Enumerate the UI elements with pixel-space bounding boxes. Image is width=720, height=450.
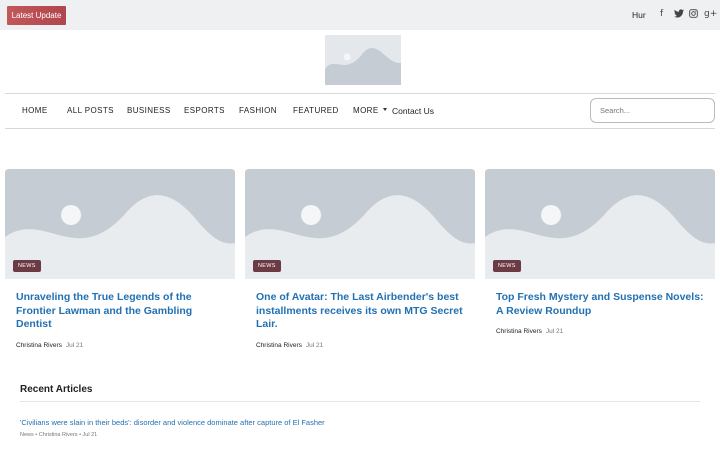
article-author[interactable]: Christina Rivers bbox=[496, 328, 542, 335]
facebook-icon[interactable]: f bbox=[660, 9, 663, 20]
recent-article-meta: News • Christina Rivers • Jul 21 bbox=[20, 432, 98, 438]
nav-more[interactable]: MORE bbox=[353, 106, 387, 115]
article-meta: Christina Rivers Jul 21 bbox=[245, 342, 475, 349]
search-input[interactable] bbox=[590, 98, 715, 123]
nav-featured[interactable]: FEATURED bbox=[293, 106, 339, 115]
article-title[interactable]: Top Fresh Mystery and Suspense Novels: A… bbox=[485, 291, 715, 318]
nav-fashion[interactable]: FASHION bbox=[239, 106, 277, 115]
nav-divider-bottom bbox=[5, 128, 715, 129]
category-badge[interactable]: NEWS bbox=[253, 260, 281, 272]
nav-all-posts[interactable]: ALL POSTS bbox=[67, 106, 114, 115]
article-meta: Christina Rivers Jul 21 bbox=[5, 342, 235, 349]
article-date: Jul 21 bbox=[305, 341, 324, 349]
category-badge[interactable]: NEWS bbox=[493, 260, 521, 272]
article-date: Jul 21 bbox=[65, 341, 84, 349]
top-bar: Latest Update Hur f g+ bbox=[0, 0, 720, 30]
news-ticker-text[interactable]: Hur bbox=[632, 10, 646, 20]
article-card[interactable]: NEWS Unraveling the True Legends of the … bbox=[5, 169, 235, 349]
category-badge[interactable]: NEWS bbox=[13, 260, 41, 272]
article-card[interactable]: NEWS One of Avatar: The Last Airbender's… bbox=[245, 169, 475, 349]
article-image[interactable]: NEWS bbox=[5, 169, 235, 279]
nav-contact-us[interactable]: Contact Us bbox=[392, 106, 434, 116]
site-logo[interactable] bbox=[325, 35, 401, 85]
nav-business[interactable]: BUSINESS bbox=[127, 106, 171, 115]
twitter-icon[interactable] bbox=[674, 9, 684, 21]
article-title[interactable]: Unraveling the True Legends of the Front… bbox=[5, 291, 235, 332]
latest-update-button[interactable]: Latest Update bbox=[7, 6, 66, 25]
nav-esports[interactable]: ESPORTS bbox=[184, 106, 225, 115]
chevron-down-icon bbox=[382, 108, 387, 112]
nav-home[interactable]: HOME bbox=[22, 106, 48, 115]
nav-more-label: MORE bbox=[353, 106, 379, 115]
recent-articles-heading: Recent Articles bbox=[20, 384, 93, 395]
article-image[interactable]: NEWS bbox=[485, 169, 715, 279]
recent-article-title[interactable]: 'Civilians were slain in their beds': di… bbox=[20, 418, 325, 427]
recent-divider bbox=[20, 401, 700, 402]
instagram-icon[interactable] bbox=[689, 9, 698, 22]
article-meta: Christina Rivers Jul 21 bbox=[485, 328, 715, 335]
google-plus-icon[interactable]: g+ bbox=[704, 9, 717, 20]
article-author[interactable]: Christina Rivers bbox=[256, 342, 302, 349]
article-card[interactable]: NEWS Top Fresh Mystery and Suspense Nove… bbox=[485, 169, 715, 335]
article-date: Jul 21 bbox=[545, 328, 564, 335]
article-image[interactable]: NEWS bbox=[245, 169, 475, 279]
article-title[interactable]: One of Avatar: The Last Airbender's best… bbox=[245, 291, 475, 332]
article-author[interactable]: Christina Rivers bbox=[16, 342, 62, 349]
nav-divider-top bbox=[5, 93, 715, 94]
